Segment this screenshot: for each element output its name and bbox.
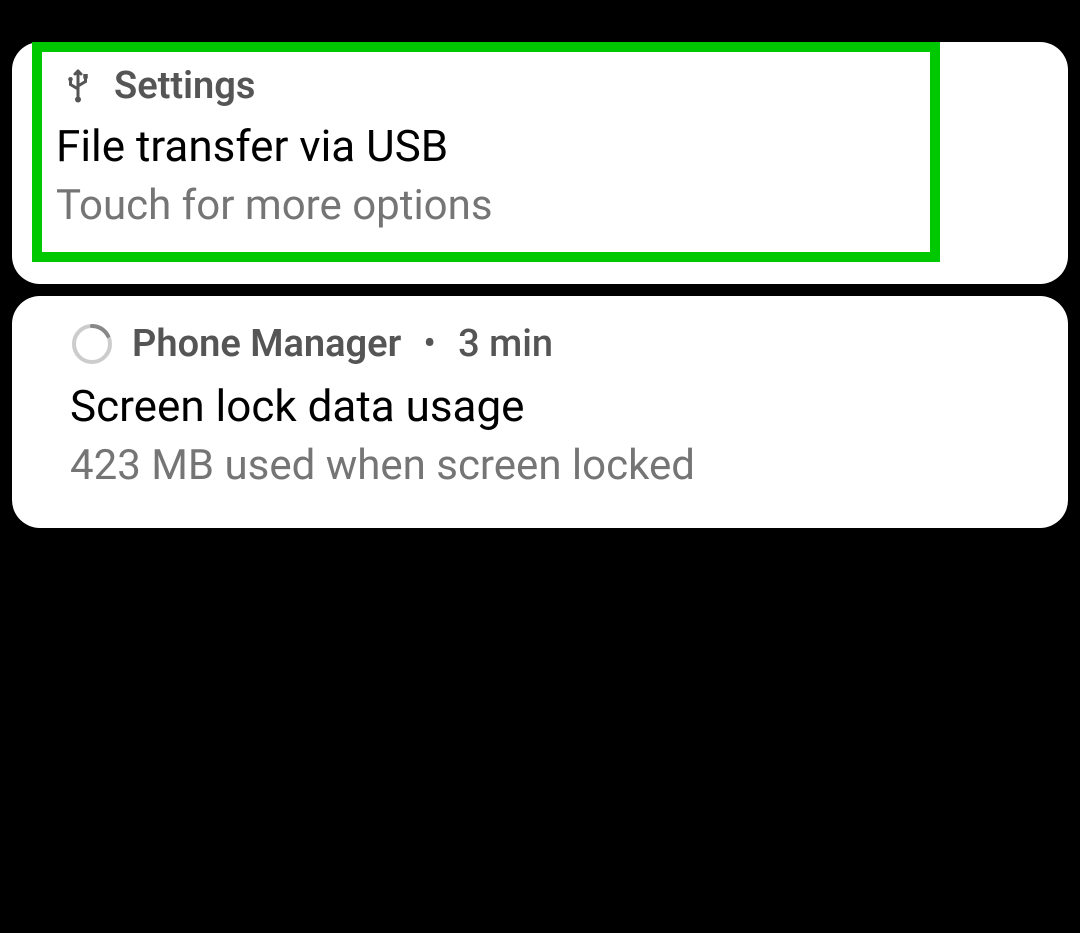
- usb-icon: [60, 68, 96, 104]
- notification-title: File transfer via USB: [56, 118, 912, 175]
- notification-title: Screen lock data usage: [70, 378, 1028, 435]
- separator: •: [423, 322, 436, 366]
- notification-highlight-box: Settings File transfer via USB Touch for…: [32, 42, 940, 262]
- notification-app-name: Settings: [114, 64, 255, 108]
- notification-app-name: Phone Manager: [132, 322, 401, 366]
- notification-card-phone-manager[interactable]: Phone Manager • 3 min Screen lock data u…: [12, 296, 1068, 528]
- spinner-icon: [70, 322, 114, 366]
- notification-card-settings[interactable]: Settings File transfer via USB Touch for…: [12, 42, 1068, 284]
- notification-header: Phone Manager • 3 min: [70, 322, 1028, 366]
- notification-subtitle: Touch for more options: [56, 179, 912, 234]
- notification-time: 3 min: [458, 322, 553, 366]
- notification-subtitle: 423 MB used when screen locked: [70, 439, 1028, 494]
- notification-header: Settings: [60, 64, 912, 108]
